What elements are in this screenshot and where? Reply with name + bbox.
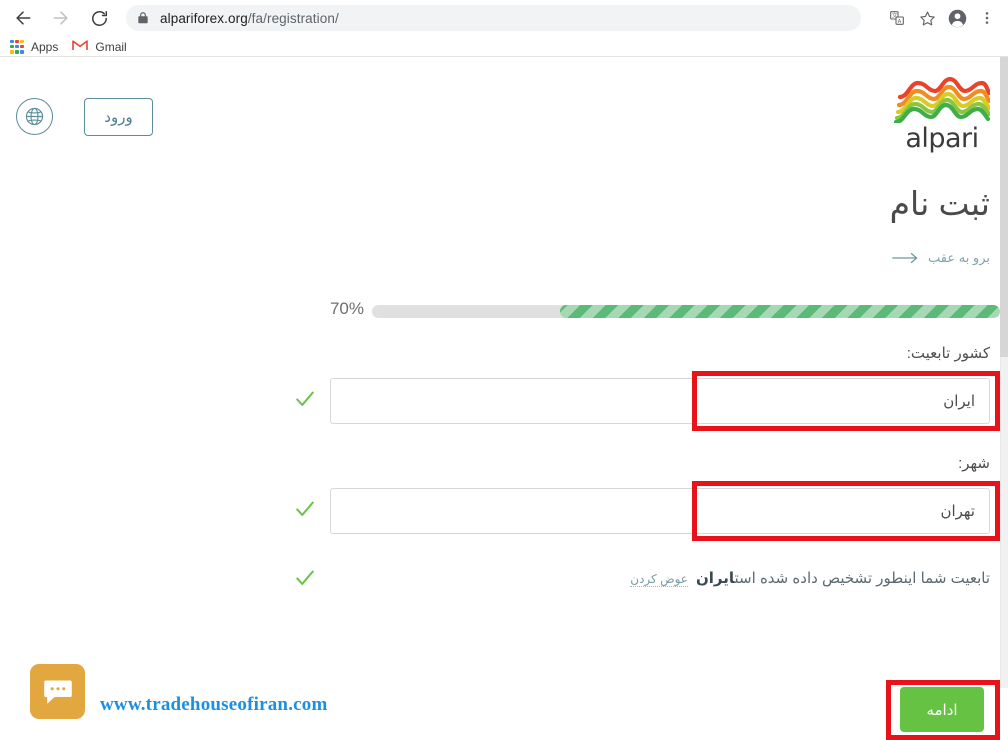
back-arrow-icon[interactable] — [8, 3, 38, 33]
city-input[interactable] — [330, 488, 990, 534]
alpari-wordmark: alpari — [905, 123, 979, 154]
bookmark-apps-label: Apps — [31, 39, 59, 54]
page-title: ثبت نام — [889, 185, 990, 222]
progress-track — [372, 305, 1000, 318]
bookmarks-bar: Apps Gmail — [0, 36, 1008, 57]
country-field-label: کشور تابعیت: — [906, 345, 990, 362]
watermark-url: www.tradehouseofiran.com — [100, 694, 328, 715]
green-checkmark-icon — [294, 388, 316, 410]
scrollbar-thumb[interactable] — [1000, 57, 1008, 357]
continue-button[interactable]: ادامه — [900, 687, 984, 732]
country-input[interactable] — [330, 378, 990, 424]
address-bar-url: alpariforex.org/fa/registration/ — [160, 11, 339, 26]
translate-icon[interactable]: 文 A — [882, 3, 912, 33]
progress-percent-label: 70% — [329, 299, 364, 318]
browser-nav-row: alpariforex.org/fa/registration/ 文 A — [0, 0, 1008, 36]
detection-hint-prefix: تابعیت شما اینطور تشخیص داده شده است — [734, 570, 990, 587]
svg-text:文: 文 — [892, 11, 898, 19]
gmail-icon — [72, 39, 89, 54]
apps-grid-icon — [10, 39, 24, 54]
detection-hint-row: تابعیت شما اینطور تشخیص داده شده استایرا… — [296, 569, 990, 587]
country-field-row — [296, 378, 990, 424]
city-field-row — [296, 488, 990, 534]
forward-arrow-icon[interactable] — [46, 3, 76, 33]
bookmark-gmail-label: Gmail — [95, 39, 127, 54]
reload-icon[interactable] — [84, 3, 114, 33]
bookmark-apps[interactable]: Apps — [10, 39, 59, 54]
city-field-label: شهر: — [958, 455, 990, 472]
bookmark-gmail[interactable]: Gmail — [72, 39, 127, 54]
progress-fill — [560, 305, 1000, 318]
change-country-link[interactable]: عوض کردن — [630, 572, 688, 587]
detection-hint-country: ایران — [695, 570, 735, 587]
detection-hint-text: تابعیت شما اینطور تشخیص داده شده استایرا… — [696, 569, 990, 587]
green-checkmark-icon — [294, 498, 316, 520]
omnibox-actions: 文 A — [882, 3, 1008, 33]
page-scrollbar[interactable] — [1000, 57, 1008, 688]
arrow-right-icon — [892, 249, 918, 267]
alpari-logo: alpari — [894, 77, 990, 152]
chat-bubble-icon[interactable] — [30, 664, 85, 719]
url-path: /fa/registration/ — [247, 10, 339, 26]
url-prefix: al — [160, 10, 171, 26]
star-icon[interactable] — [912, 3, 942, 33]
three-dot-menu-icon[interactable] — [972, 3, 1002, 33]
browser-chrome: alpariforex.org/fa/registration/ 文 A App… — [0, 0, 1008, 57]
page-viewport: alpari ورود ثبت نام برو به عقب 70% کشور … — [0, 57, 1008, 740]
go-back-label: برو به عقب — [928, 250, 990, 265]
url-host-highlight: pariforex.org — [170, 10, 248, 26]
green-checkmark-icon — [294, 567, 316, 589]
login-button[interactable]: ورود — [84, 98, 153, 136]
page-content: alpari ورود ثبت نام برو به عقب 70% کشور … — [0, 57, 1000, 740]
globe-icon[interactable] — [16, 98, 53, 135]
registration-progress: 70% — [0, 299, 1000, 323]
svg-text:A: A — [898, 19, 902, 25]
account-avatar-icon[interactable] — [942, 3, 972, 33]
go-back-link[interactable]: برو به عقب — [892, 249, 990, 267]
lock-icon — [136, 11, 150, 25]
address-bar[interactable]: alpariforex.org/fa/registration/ — [126, 5, 861, 31]
alpari-waves-logo — [894, 77, 990, 123]
